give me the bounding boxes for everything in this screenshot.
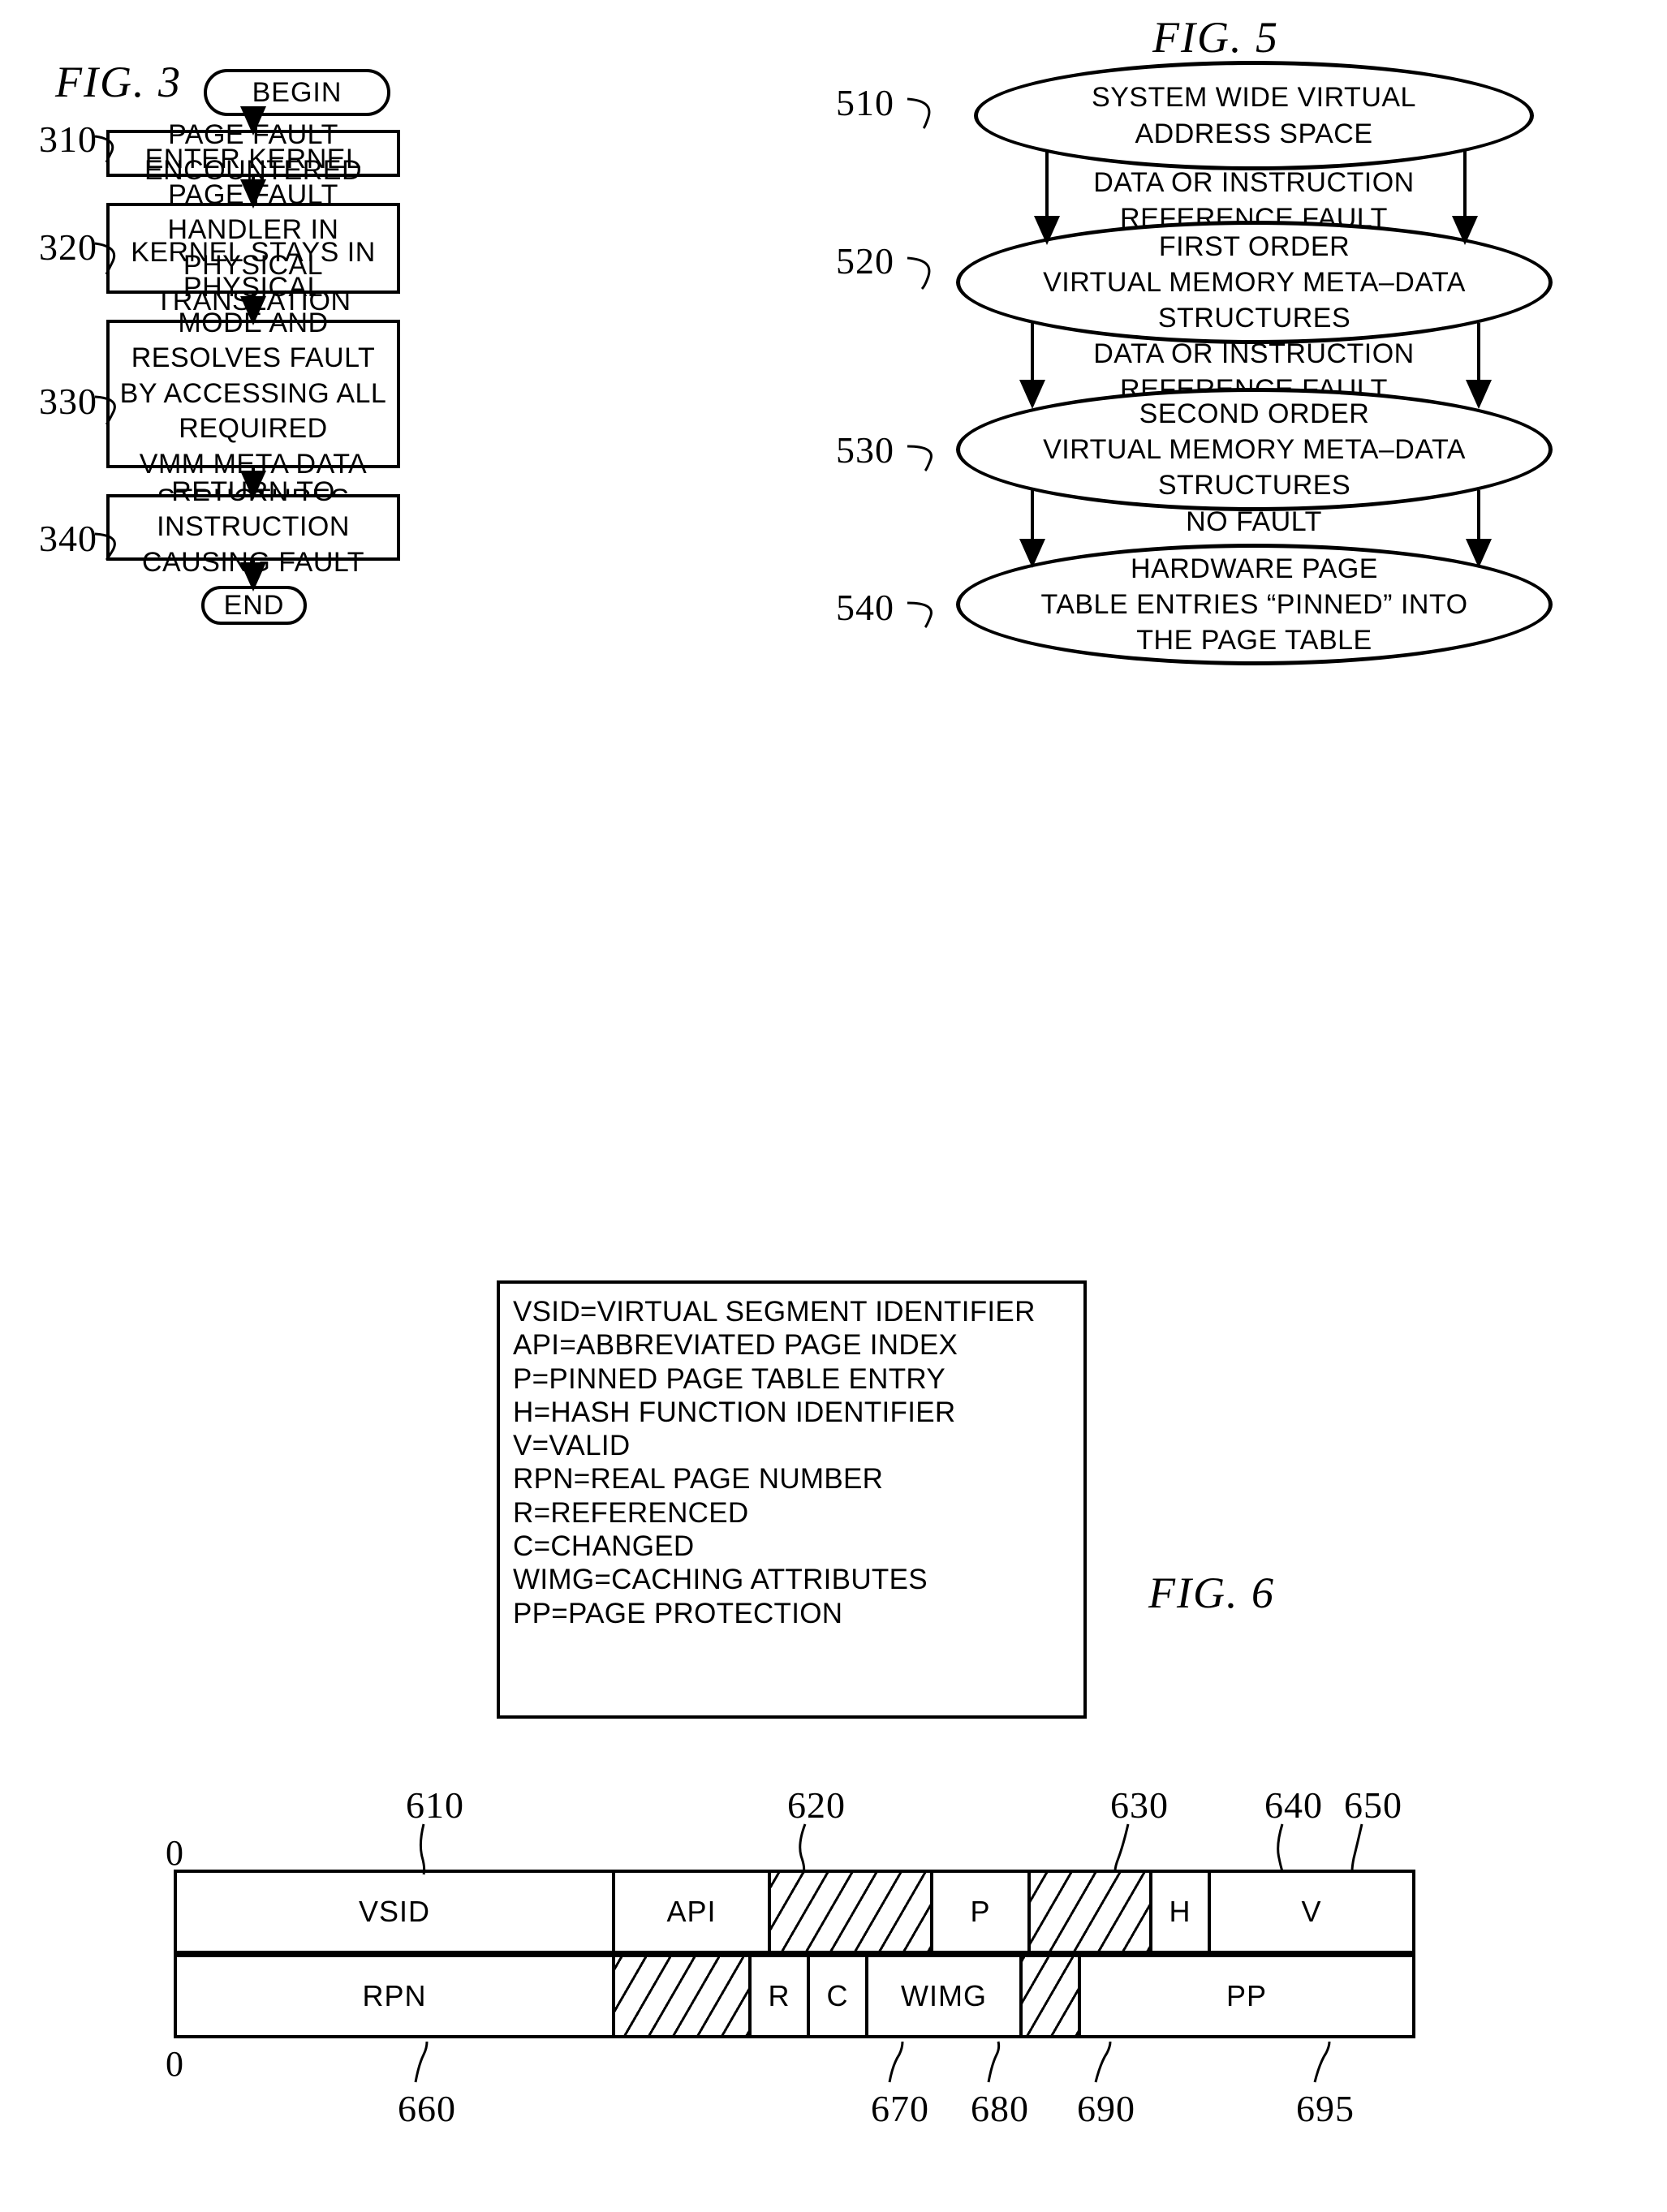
fig6-leader-lines bbox=[414, 1823, 1363, 2083]
